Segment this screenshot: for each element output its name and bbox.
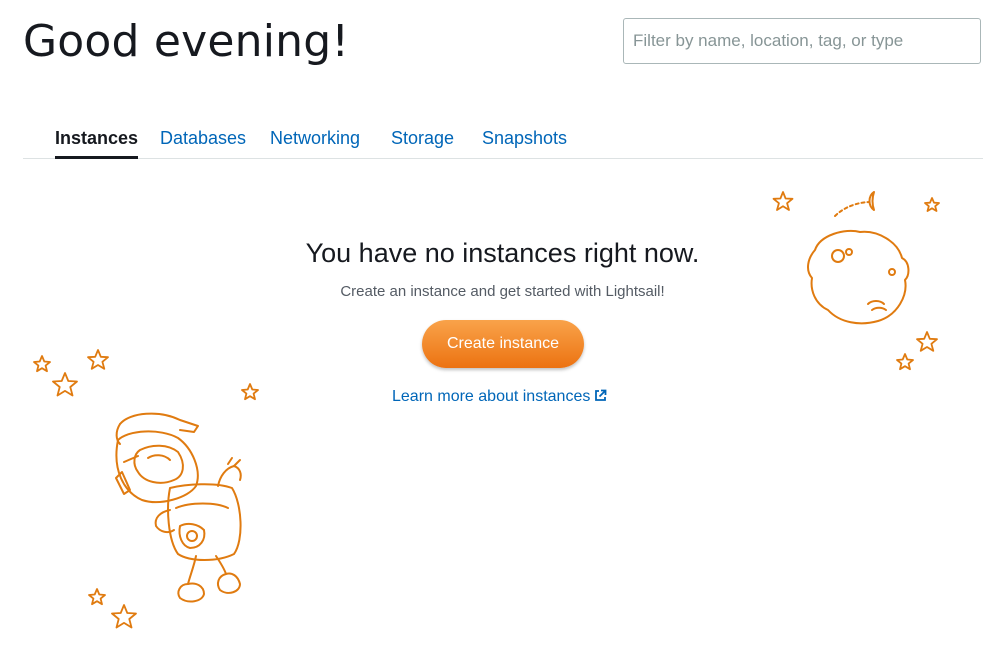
create-instance-button[interactable]: Create instance <box>422 320 584 368</box>
learn-more-instances-link[interactable]: Learn more about instances <box>392 388 607 407</box>
lightsail-home-page: Good evening! Instances Databases Networ… <box>0 0 1005 650</box>
external-link-icon <box>594 389 607 407</box>
greeting-heading: Good evening! <box>23 16 350 67</box>
tab-instances[interactable]: Instances <box>55 128 139 159</box>
resource-tabs: Instances Databases Networking Storage S… <box>23 122 983 159</box>
tab-networking[interactable]: Networking <box>270 128 360 149</box>
astronaut-robot-illustration <box>33 349 259 629</box>
moon-illustration <box>772 191 940 371</box>
tab-databases[interactable]: Databases <box>160 128 246 149</box>
tab-snapshots[interactable]: Snapshots <box>482 128 567 149</box>
star-icon <box>33 349 259 629</box>
learn-more-link-label: Learn more about instances <box>392 388 591 405</box>
star-icon <box>772 191 940 371</box>
filter-search-input[interactable] <box>623 18 981 64</box>
tab-storage[interactable]: Storage <box>391 128 454 149</box>
